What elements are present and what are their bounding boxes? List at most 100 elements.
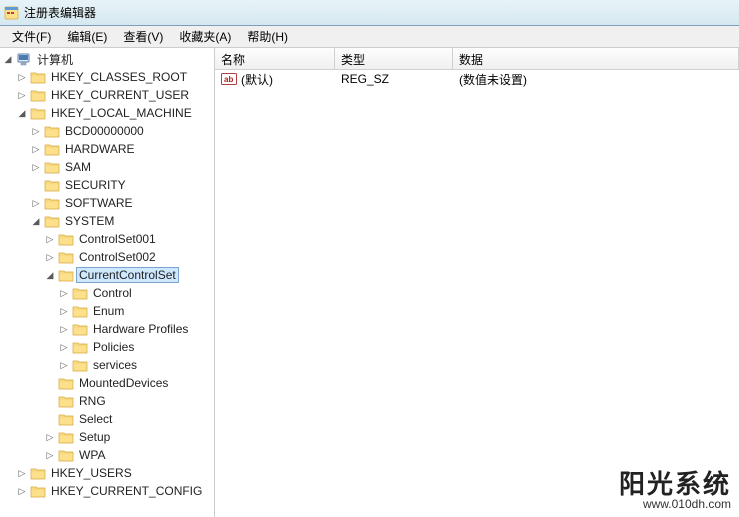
expand-icon[interactable]: ▷	[58, 287, 70, 299]
tree-node-hkcr[interactable]: ▷HKEY_CLASSES_ROOT	[16, 68, 214, 86]
tree-node-sam[interactable]: ▷ SAM	[30, 158, 214, 176]
tree-node-control[interactable]: ▷ Control	[58, 284, 214, 302]
folder-icon	[72, 358, 88, 372]
tree-node-mounted[interactable]: ▷MountedDevices	[44, 374, 214, 392]
cell-name: (默认)	[215, 71, 335, 88]
folder-icon	[58, 250, 74, 264]
expand-icon[interactable]: ▷	[30, 125, 42, 137]
tree-node-rng[interactable]: ▷RNG	[44, 392, 214, 410]
expand-icon[interactable]: ▷	[30, 143, 42, 155]
menu-help[interactable]: 帮助(H)	[239, 26, 296, 47]
value-name: (默认)	[241, 71, 273, 88]
tree-label: HKEY_CURRENT_USER	[48, 87, 192, 103]
tree-node-policies[interactable]: ▷Policies	[58, 338, 214, 356]
tree-label: ControlSet002	[76, 249, 159, 265]
menu-edit[interactable]: 编辑(E)	[59, 26, 115, 47]
list-row[interactable]: (默认) REG_SZ (数值未设置)	[215, 70, 739, 88]
tree-label: RNG	[76, 393, 109, 409]
tree-node-hkcc[interactable]: ▷ HKEY_CURRENT_CONFIG	[16, 482, 214, 500]
tree-panel[interactable]: ◢ 计算机 ▷HKEY_CLASSES_ROOT ▷ HKEY_CURRENT_U…	[0, 48, 215, 517]
expand-icon[interactable]: ▷	[30, 161, 42, 173]
tree-label: Setup	[76, 429, 113, 445]
tree-label: Control	[90, 285, 135, 301]
tree-label: services	[90, 357, 140, 373]
tree-node-currentcontrolset[interactable]: ◢ CurrentControlSet	[44, 266, 214, 284]
folder-icon	[58, 232, 74, 246]
tree-node-bcd[interactable]: ▷BCD00000000	[30, 122, 214, 140]
folder-icon	[30, 466, 46, 480]
tree-node-software[interactable]: ▷SOFTWARE	[30, 194, 214, 212]
tree-node-cs002[interactable]: ▷ ControlSet002	[44, 248, 214, 266]
tree-node-hkcu[interactable]: ▷ HKEY_CURRENT_USER	[16, 86, 214, 104]
tree-node-services[interactable]: ▷ services	[58, 356, 214, 374]
tree-node-cs001[interactable]: ▷ ControlSet001	[44, 230, 214, 248]
cell-data: (数值未设置)	[453, 71, 739, 88]
folder-icon	[72, 340, 88, 354]
expand-icon[interactable]: ▷	[16, 89, 28, 101]
tree-label: Select	[76, 411, 115, 427]
tree-label: SYSTEM	[62, 213, 117, 229]
tree-label: CurrentControlSet	[76, 267, 179, 283]
col-header-name[interactable]: 名称	[215, 48, 335, 69]
folder-icon	[30, 484, 46, 498]
tree-node-hwprofiles[interactable]: ▷ Hardware Profiles	[58, 320, 214, 338]
menu-file[interactable]: 文件(F)	[4, 26, 59, 47]
expand-icon[interactable]: ▷	[44, 251, 56, 263]
tree-node-wpa[interactable]: ▷WPA	[44, 446, 214, 464]
tree-label: HKEY_CURRENT_CONFIG	[48, 483, 205, 499]
expand-icon[interactable]: ▷	[44, 233, 56, 245]
tree-label: HKEY_USERS	[48, 465, 135, 481]
folder-icon	[30, 106, 46, 120]
list-header: 名称 类型 数据	[215, 48, 739, 70]
expand-icon[interactable]: ▷	[58, 359, 70, 371]
tree-label: ControlSet001	[76, 231, 159, 247]
expand-icon[interactable]: ▷	[30, 197, 42, 209]
menu-favorites[interactable]: 收藏夹(A)	[171, 26, 239, 47]
window-title: 注册表编辑器	[24, 4, 96, 21]
expand-icon[interactable]: ▷	[16, 71, 28, 83]
list-panel[interactable]: 名称 类型 数据 (默认) REG_SZ (数值未设置)	[215, 48, 739, 517]
tree-node-system[interactable]: ◢ SYSTEM	[30, 212, 214, 230]
tree-node-security[interactable]: ▷SECURITY	[30, 176, 214, 194]
expand-icon[interactable]: ▷	[58, 323, 70, 335]
folder-icon	[44, 124, 60, 138]
menubar: 文件(F) 编辑(E) 查看(V) 收藏夹(A) 帮助(H)	[0, 26, 739, 48]
expand-icon[interactable]: ▷	[44, 449, 56, 461]
menu-view[interactable]: 查看(V)	[115, 26, 171, 47]
tree-label: Hardware Profiles	[90, 321, 191, 337]
tree-node-setup[interactable]: ▷ Setup	[44, 428, 214, 446]
collapse-icon[interactable]: ◢	[16, 107, 28, 119]
cell-type: REG_SZ	[335, 72, 453, 86]
folder-icon	[58, 448, 74, 462]
tree-node-select[interactable]: ▷Select	[44, 410, 214, 428]
folder-icon	[72, 286, 88, 300]
col-header-type[interactable]: 类型	[335, 48, 453, 69]
expand-icon[interactable]: ▷	[16, 485, 28, 497]
tree-label: SAM	[62, 159, 94, 175]
tree-label: HARDWARE	[62, 141, 138, 157]
tree-node-hklm[interactable]: ◢ HKEY_LOCAL_MACHINE	[16, 104, 214, 122]
folder-icon	[44, 142, 60, 156]
tree-node-enum[interactable]: ▷Enum	[58, 302, 214, 320]
collapse-icon[interactable]: ◢	[2, 53, 14, 65]
folder-icon	[58, 268, 74, 282]
folder-icon	[44, 196, 60, 210]
tree-node-hku[interactable]: ▷ HKEY_USERS	[16, 464, 214, 482]
folder-icon	[58, 376, 74, 390]
collapse-icon[interactable]: ◢	[44, 269, 56, 281]
folder-icon	[30, 70, 46, 84]
tree-label: HKEY_LOCAL_MACHINE	[48, 105, 195, 121]
titlebar: 注册表编辑器	[0, 0, 739, 26]
tree-node-hardware[interactable]: ▷ HARDWARE	[30, 140, 214, 158]
col-header-data[interactable]: 数据	[453, 48, 739, 69]
tree-node-computer[interactable]: ◢ 计算机	[2, 50, 214, 68]
folder-icon	[72, 322, 88, 336]
collapse-icon[interactable]: ◢	[30, 215, 42, 227]
expand-icon[interactable]: ▷	[16, 467, 28, 479]
expand-icon[interactable]: ▷	[44, 431, 56, 443]
folder-icon	[44, 178, 60, 192]
expand-icon[interactable]: ▷	[58, 341, 70, 353]
app-icon	[4, 5, 20, 21]
expand-icon[interactable]: ▷	[58, 305, 70, 317]
computer-icon	[16, 52, 32, 66]
